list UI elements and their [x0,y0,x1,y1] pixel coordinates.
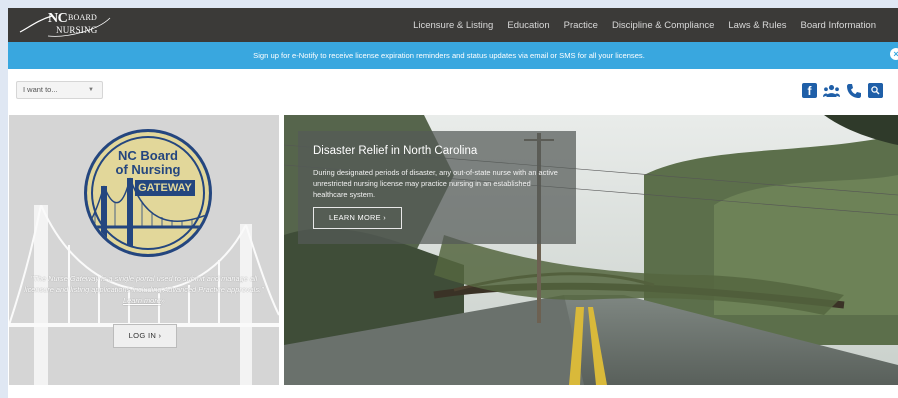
i-want-to-value: I want to... [23,85,58,94]
top-navigation: NC BOARD NURSING Licensure & Listing Edu… [8,8,898,42]
learn-more-button[interactable]: LEARN MORE › [313,207,402,229]
window-frame: NC BOARD NURSING Licensure & Listing Edu… [0,0,898,398]
ncbon-logo[interactable]: NC BOARD NURSING [18,10,128,40]
search-icon[interactable] [867,82,884,99]
nav-education[interactable]: Education [507,20,549,31]
chevron-down-icon: ▼ [88,87,94,93]
enotify-banner: Sign up for e-Notify to receive license … [8,42,898,69]
badge-line-2: of Nursing [115,162,181,177]
page: NC BOARD NURSING Licensure & Listing Edu… [8,8,898,398]
gateway-badge-logo: NC Board of Nursing GATEWAY [84,129,212,257]
nav-discipline-compliance[interactable]: Discipline & Compliance [612,20,714,31]
logo-nursing-text: NURSING [56,25,98,35]
hero-title: Disaster Relief in North Carolina [313,145,478,157]
nav-laws-rules[interactable]: Laws & Rules [728,20,786,31]
nav-board-information[interactable]: Board Information [800,20,876,31]
badge-line-1: NC Board [118,148,178,163]
banner-message[interactable]: Sign up for e-Notify to receive license … [8,42,898,69]
people-icon[interactable] [823,82,840,99]
close-icon[interactable]: × [890,48,898,60]
nav-practice[interactable]: Practice [564,20,598,31]
login-button[interactable]: LOG IN › [113,324,177,348]
hero-caption-box: Disaster Relief in North Carolina During… [298,131,576,244]
i-want-to-select[interactable]: I want to... ▼ [16,81,103,99]
facebook-icon[interactable]: f [801,82,818,99]
logo-board-text: BOARD [68,13,98,22]
gateway-description: "The Nurse Gateway is a single portal us… [15,273,273,306]
nurse-gateway-panel: NC Board of Nursing GATEWAY "The Nurse G… [9,115,279,385]
hero-carousel: Disaster Relief in North Carolina During… [284,115,898,385]
hero-body-text: During designated periods of disaster, a… [313,168,558,199]
main-nav: Licensure & Listing Education Practice D… [413,8,876,42]
badge-line-3: GATEWAY [135,180,195,196]
utility-icons: f [801,82,884,99]
double-chevron-icon: » [160,296,165,305]
nav-licensure-listing[interactable]: Licensure & Listing [413,20,493,31]
gateway-quote-text: "The Nurse Gateway is a single portal us… [24,274,264,294]
phone-icon[interactable] [845,82,862,99]
learn-more-link[interactable]: Learn more [123,296,161,305]
